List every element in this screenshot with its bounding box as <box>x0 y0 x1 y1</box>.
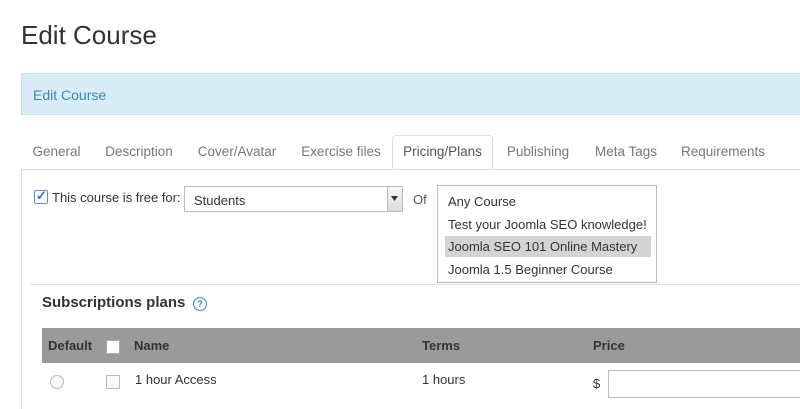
table-row: 1 hour Access 1 hours $ <box>42 363 800 400</box>
course-option[interactable]: Any Course <box>445 191 651 212</box>
content-left-border <box>21 169 22 409</box>
select-all-checkbox[interactable] <box>106 340 120 354</box>
of-label: Of <box>413 192 427 207</box>
plan-terms: 1 hours <box>422 372 466 387</box>
course-listbox[interactable]: Any Course Test your Joomla SEO knowledg… <box>437 185 657 283</box>
tab-bar: General Description Cover/Avatar Exercis… <box>21 135 800 170</box>
tab-meta-tags[interactable]: Meta Tags <box>586 135 666 168</box>
tab-publishing[interactable]: Publishing <box>498 135 578 168</box>
course-option[interactable]: Test your Joomla SEO knowledge! <box>445 214 651 235</box>
tab-cover-avatar[interactable]: Cover/Avatar <box>187 135 287 168</box>
subscriptions-title: Subscriptions plans <box>42 294 186 311</box>
help-icon[interactable]: ? <box>193 297 207 311</box>
free-course-checkbox[interactable]: ✓ <box>34 188 48 204</box>
column-terms: Terms <box>422 338 461 353</box>
column-price: Price <box>593 338 625 353</box>
tab-exercise-files[interactable]: Exercise files <box>291 135 391 168</box>
course-option-selected[interactable]: Joomla SEO 101 Online Mastery <box>445 236 651 257</box>
page-title: Edit Course <box>21 20 157 50</box>
chevron-down-icon <box>391 196 398 201</box>
tab-requirements[interactable]: Requirements <box>673 135 773 168</box>
default-radio[interactable] <box>50 375 64 389</box>
column-default: Default <box>48 338 93 353</box>
tab-general[interactable]: General <box>21 135 92 168</box>
free-for-select[interactable]: Students <box>184 186 403 212</box>
row-checkbox[interactable] <box>106 375 120 389</box>
plan-name: 1 hour Access <box>135 372 217 387</box>
course-option[interactable]: Joomla 1.5 Beginner Course <box>445 259 651 280</box>
checkmark-icon: ✓ <box>36 188 47 203</box>
free-course-label: This course is free for: <box>52 190 181 205</box>
free-for-select-value: Students <box>194 193 246 208</box>
section-divider <box>30 284 800 285</box>
info-bar-text: Edit Course <box>33 87 107 103</box>
column-name: Name <box>134 338 170 353</box>
select-arrow[interactable] <box>387 187 402 211</box>
currency-symbol: $ <box>593 376 601 391</box>
tab-pricing-plans[interactable]: Pricing/Plans <box>392 135 493 169</box>
price-input[interactable] <box>608 370 800 398</box>
tab-description[interactable]: Description <box>94 135 184 168</box>
info-bar: Edit Course <box>21 73 800 115</box>
plans-table-header: Default Name Terms Price <box>42 328 800 363</box>
